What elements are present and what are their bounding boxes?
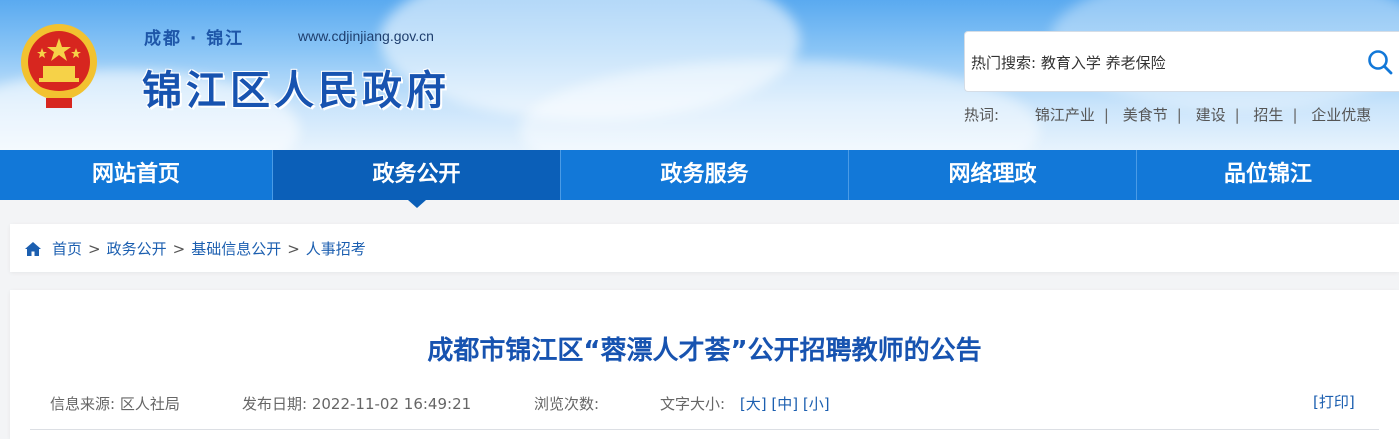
breadcrumb: 首页 > 政务公开 > 基础信息公开 > 人事招考 xyxy=(24,238,366,259)
breadcrumb-separator: > xyxy=(287,239,300,258)
search-box[interactable]: 热门搜索: 教育入学 养老保险 xyxy=(964,31,1399,92)
info-source-label: 信息来源: xyxy=(50,395,116,413)
view-count: 浏览次数: xyxy=(534,393,599,414)
home-icon xyxy=(25,241,41,256)
hot-word-link[interactable]: 招生 xyxy=(1244,106,1292,124)
divider: | xyxy=(1176,106,1182,124)
breadcrumb-separator: > xyxy=(172,239,186,258)
city-tagline: 成都 · 锦江 xyxy=(144,29,245,49)
print-control: [打印] xyxy=(1313,391,1355,412)
nav-item-online-governance[interactable]: 网络理政 xyxy=(849,150,1137,200)
national-emblem-icon xyxy=(21,24,97,108)
hot-word-link[interactable]: 建设 xyxy=(1187,106,1235,124)
hot-word-link[interactable]: 美食节 xyxy=(1114,106,1177,124)
search-suggestions[interactable]: 教育入学 养老保险 xyxy=(1041,54,1166,72)
search-label: 热门搜索: xyxy=(971,54,1037,72)
nav-item-government-services[interactable]: 政务服务 xyxy=(561,150,849,200)
breadcrumb-separator: > xyxy=(88,239,101,258)
nav-item-jinjiang[interactable]: 品位锦江 xyxy=(1137,150,1399,200)
site-title: 锦江区人民政府 xyxy=(142,68,450,114)
publish-date: 发布日期: 2022-11-02 16:49:21 xyxy=(242,393,471,414)
info-source-value: 区人社局 xyxy=(119,395,180,413)
font-size-label: 文字大小: xyxy=(660,395,726,413)
hot-word-link[interactable]: 锦江产业 xyxy=(1026,106,1104,124)
search-icon[interactable] xyxy=(1367,49,1393,75)
divider xyxy=(30,429,1379,430)
nav-item-government-affairs[interactable]: 政务公开 xyxy=(273,150,561,208)
view-count-label: 浏览次数: xyxy=(534,395,600,413)
publish-date-value: 2022-11-02 16:49:21 xyxy=(311,395,472,413)
font-size-control: 文字大小: [大] [中] [小] xyxy=(660,393,830,414)
hot-words-label: 热词: xyxy=(964,106,1000,124)
search-hint[interactable]: 热门搜索: 教育入学 养老保险 xyxy=(971,52,1166,73)
breadcrumb-government-affairs[interactable]: 政务公开 xyxy=(107,238,167,259)
print-button[interactable]: [打印] xyxy=(1313,393,1355,411)
nav-item-home[interactable]: 网站首页 xyxy=(0,150,273,200)
info-source: 信息来源: 区人社局 xyxy=(50,393,180,414)
divider: | xyxy=(1103,106,1109,124)
article-title: 成都市锦江区“蓉漂人才荟”公开招聘教师的公告 xyxy=(427,336,982,366)
breadcrumb-home[interactable]: 首页 xyxy=(52,238,82,259)
main-nav: 网站首页 政务公开 政务服务 网络理政 品位锦江 xyxy=(0,150,1399,208)
hot-word-link[interactable]: 企业优惠 xyxy=(1302,106,1380,124)
divider: | xyxy=(1234,106,1240,124)
article-panel: 成都市锦江区“蓉漂人才荟”公开招聘教师的公告 信息来源: 区人社局 发布日期: … xyxy=(10,290,1399,439)
breadcrumb-basic-info[interactable]: 基础信息公开 xyxy=(191,238,281,259)
font-medium-button[interactable]: [中] xyxy=(771,395,798,413)
breadcrumb-recruitment[interactable]: 人事招考 xyxy=(306,238,366,259)
font-small-button[interactable]: [小] xyxy=(803,395,830,413)
publish-date-label: 发布日期: xyxy=(242,395,308,413)
hot-words: 热词: 锦江产业 | 美食节 | 建设 | 招生 | 企业优惠 xyxy=(964,104,1380,125)
divider: | xyxy=(1292,106,1298,124)
site-header: 成都 · 锦江 www.cdjinjiang.gov.cn 锦江区人民政府 热门… xyxy=(0,0,1399,150)
site-domain: www.cdjinjiang.gov.cn xyxy=(298,28,434,44)
font-large-button[interactable]: [大] xyxy=(740,395,767,413)
breadcrumb-panel: 首页 > 政务公开 > 基础信息公开 > 人事招考 xyxy=(10,224,1399,272)
